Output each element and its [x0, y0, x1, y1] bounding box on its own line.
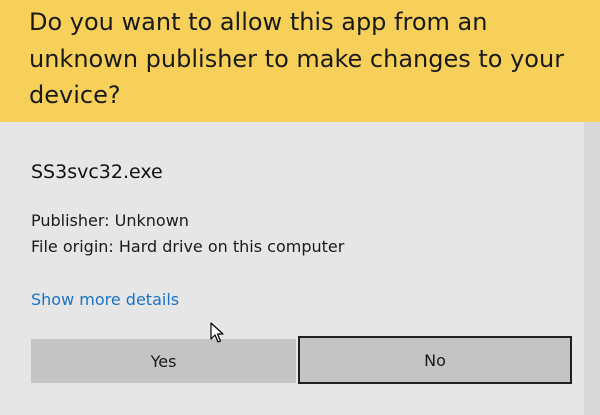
uac-dialog: Do you want to allow this app from an un…	[0, 0, 600, 415]
yes-button[interactable]: Yes	[31, 339, 296, 383]
show-more-details-link[interactable]: Show more details	[31, 290, 179, 309]
dialog-title: Do you want to allow this app from an un…	[29, 8, 565, 109]
app-name: SS3svc32.exe	[31, 161, 163, 183]
publisher-info: Publisher: Unknown	[31, 211, 189, 230]
no-button[interactable]: No	[298, 336, 572, 384]
mouse-pointer-icon	[210, 322, 224, 343]
file-origin-info: File origin: Hard drive on this computer	[31, 237, 345, 256]
dialog-header: Do you want to allow this app from an un…	[0, 0, 600, 122]
dialog-right-edge	[584, 122, 600, 415]
